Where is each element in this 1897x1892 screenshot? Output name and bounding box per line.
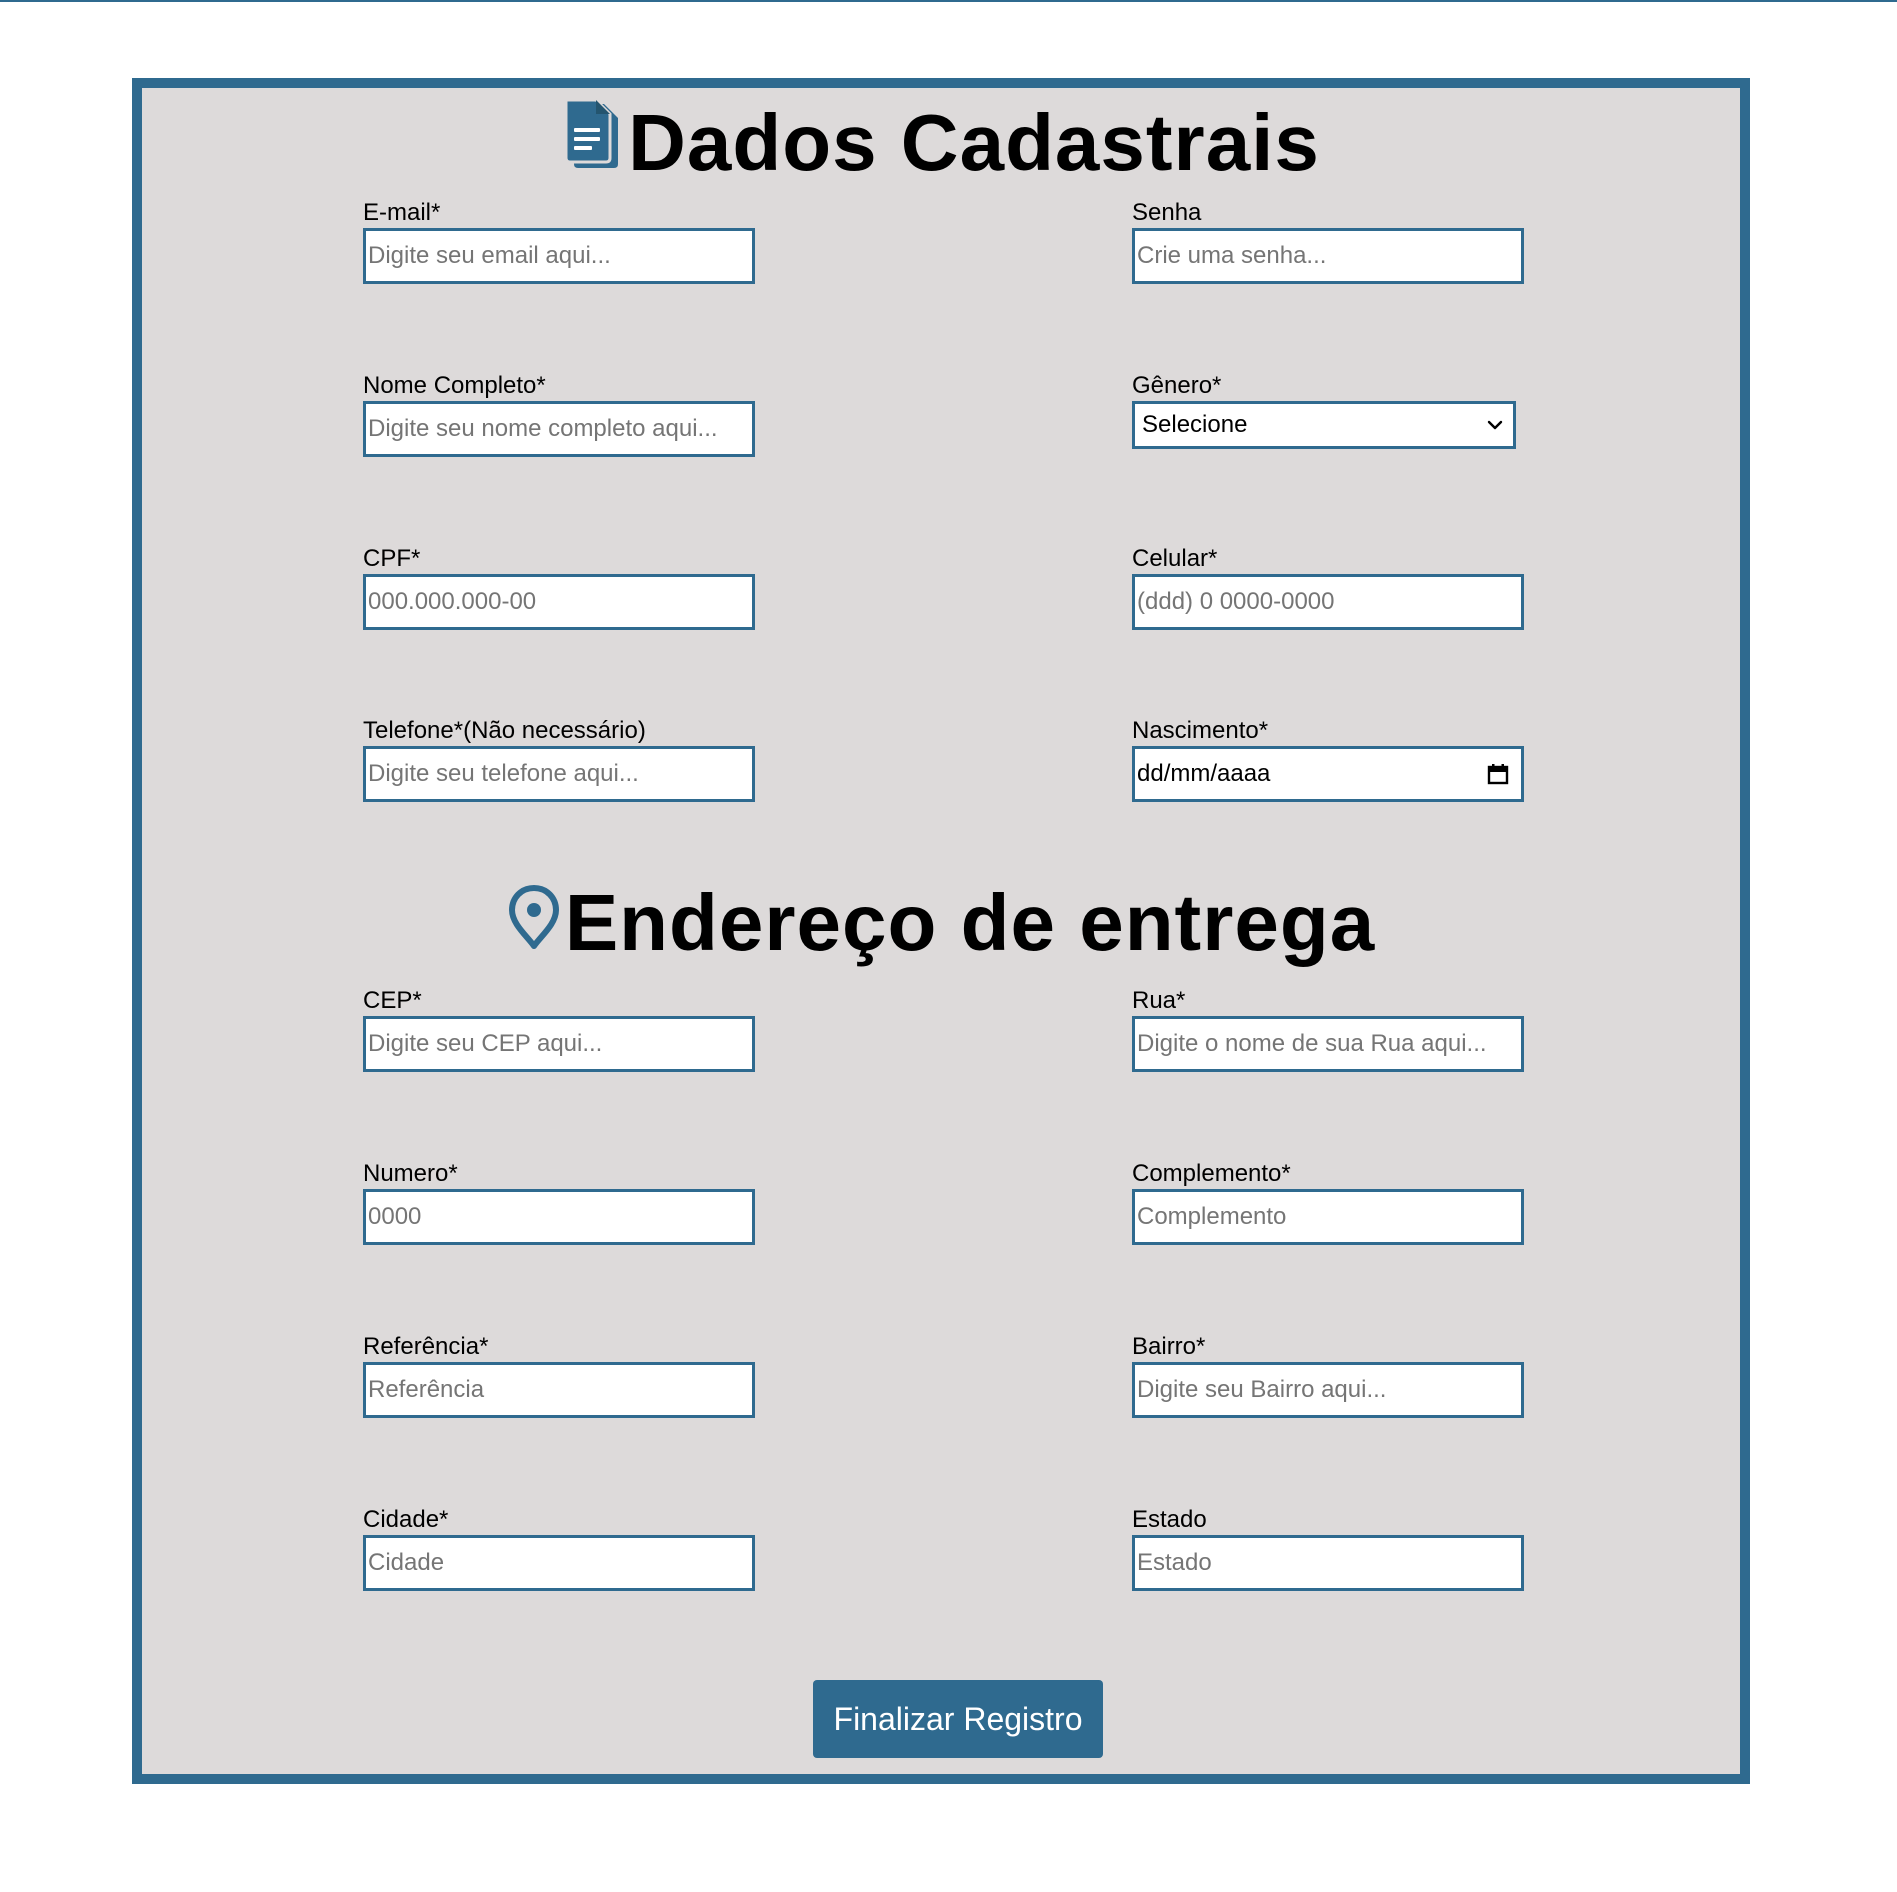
rua-input[interactable] [1132, 1016, 1524, 1072]
cpf-label: CPF* [363, 545, 421, 572]
genero-select[interactable]: Selecione [1132, 401, 1516, 449]
section-title-text: Dados Cadastrais [628, 98, 1320, 187]
senha-label: Senha [1132, 199, 1202, 226]
nascimento-field-group: Nascimento* dd/mm/aaaa [1132, 718, 1524, 802]
celular-label: Celular* [1132, 545, 1218, 572]
complemento-input[interactable] [1132, 1189, 1524, 1245]
cpf-field-group: CPF* [363, 546, 755, 630]
email-field-group: E-mail* [363, 200, 755, 284]
referencia-label: Referência* [363, 1333, 489, 1360]
celular-field-group: Celular* [1132, 546, 1524, 630]
bairro-field-group: Bairro* [1132, 1334, 1524, 1418]
celular-input[interactable] [1132, 574, 1524, 630]
nome-input[interactable] [363, 401, 755, 457]
nascimento-value: dd/mm/aaaa [1137, 760, 1271, 787]
section-title-dados-cadastrais: Dados Cadastrais [142, 98, 1740, 188]
section-title-endereco: Endereço de entrega [142, 878, 1740, 968]
senha-field-group: Senha [1132, 200, 1524, 284]
email-input[interactable] [363, 228, 755, 284]
estado-label: Estado [1132, 1506, 1207, 1533]
complemento-label: Complemento* [1132, 1160, 1291, 1187]
complemento-field-group: Complemento* [1132, 1161, 1524, 1245]
cpf-input[interactable] [363, 574, 755, 630]
top-border-line [0, 0, 1897, 2]
rua-field-group: Rua* [1132, 988, 1524, 1072]
nascimento-label: Nascimento* [1132, 717, 1269, 744]
section-title-text: Endereço de entrega [564, 878, 1376, 967]
bairro-label: Bairro* [1132, 1333, 1206, 1360]
genero-label: Gênero* [1132, 372, 1222, 399]
telefone-input[interactable] [363, 746, 755, 802]
location-pin-icon [507, 877, 561, 969]
cidade-label: Cidade* [363, 1506, 449, 1533]
senha-input[interactable] [1132, 228, 1524, 284]
cep-label: CEP* [363, 987, 422, 1014]
numero-label: Numero* [363, 1160, 458, 1187]
email-label: E-mail* [363, 199, 441, 226]
referencia-input[interactable] [363, 1362, 755, 1418]
numero-field-group: Numero* [363, 1161, 755, 1245]
numero-input[interactable] [363, 1189, 755, 1245]
cep-field-group: CEP* [363, 988, 755, 1072]
calendar-icon[interactable] [1487, 763, 1509, 785]
telefone-field-group: Telefone*(Não necessário) [363, 718, 755, 802]
finalizar-registro-button[interactable]: Finalizar Registro [813, 1680, 1103, 1758]
cep-input[interactable] [363, 1016, 755, 1072]
cidade-input[interactable] [363, 1535, 755, 1591]
estado-field-group: Estado [1132, 1507, 1524, 1591]
nascimento-date-input[interactable]: dd/mm/aaaa [1132, 746, 1524, 802]
genero-field-group: Gênero* Selecione [1132, 373, 1516, 449]
registration-form: Dados Cadastrais E-mail* Senha Nome Comp… [132, 78, 1750, 1784]
rua-label: Rua* [1132, 987, 1186, 1014]
cidade-field-group: Cidade* [363, 1507, 755, 1591]
telefone-label: Telefone*(Não necessário) [363, 717, 646, 744]
nome-label: Nome Completo* [363, 372, 546, 399]
chevron-down-icon [1487, 420, 1503, 430]
bairro-input[interactable] [1132, 1362, 1524, 1418]
genero-selected-value: Selecione [1142, 411, 1248, 438]
document-icon [562, 97, 624, 189]
estado-input[interactable] [1132, 1535, 1524, 1591]
nome-field-group: Nome Completo* [363, 373, 755, 457]
referencia-field-group: Referência* [363, 1334, 755, 1418]
